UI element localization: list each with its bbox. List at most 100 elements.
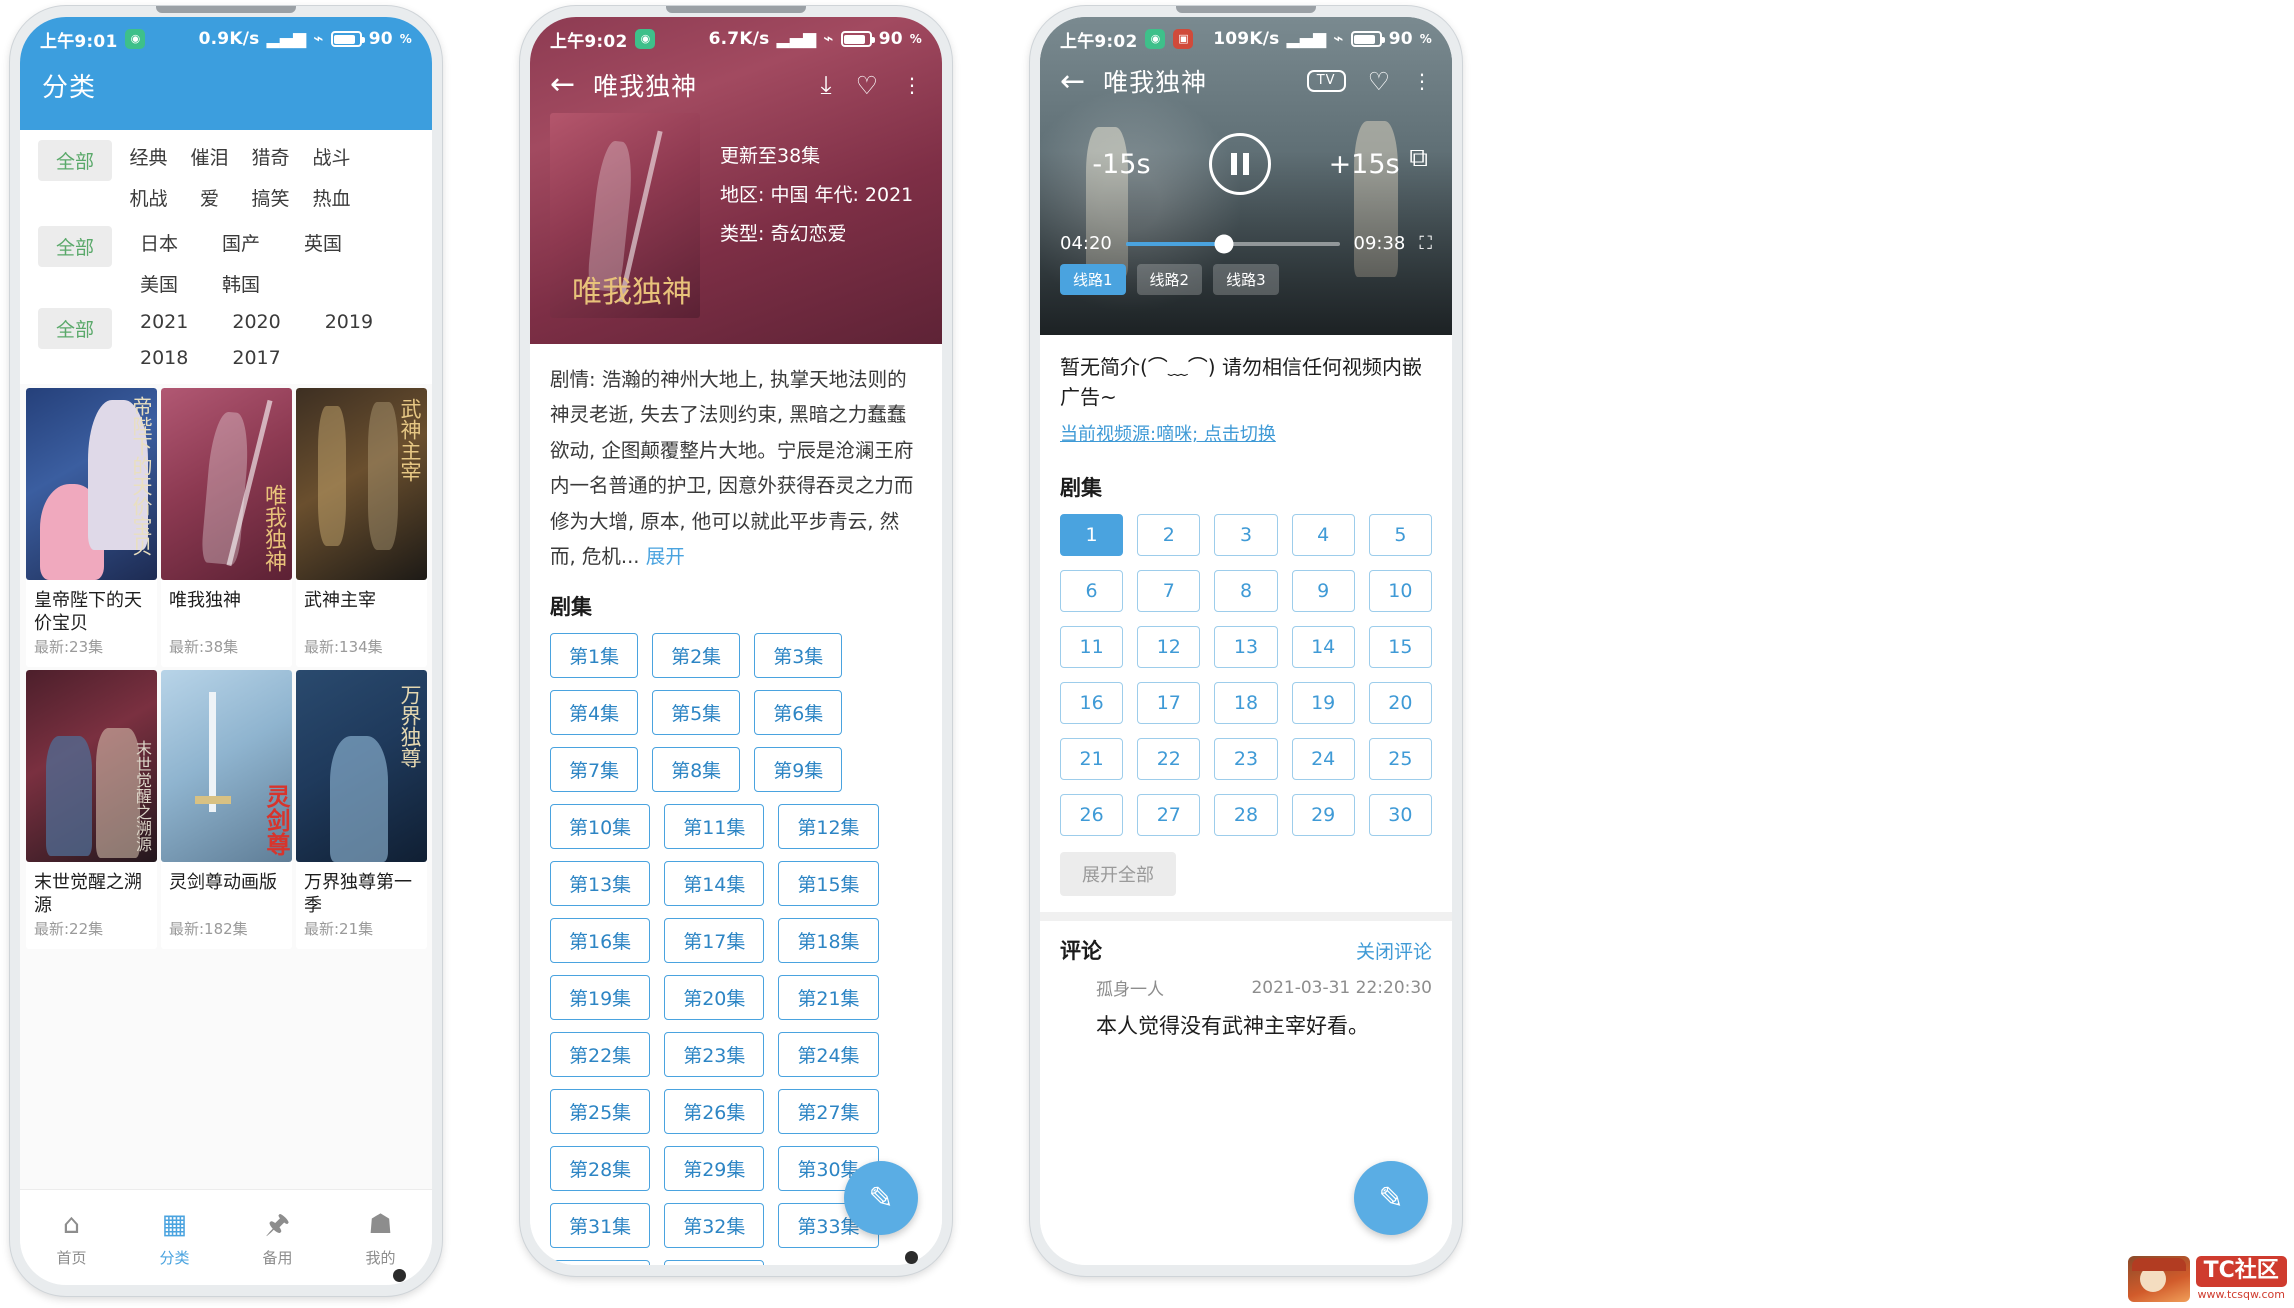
episode-number-button[interactable]: 5 [1368,514,1432,556]
filter-item[interactable]: 韩国 [200,263,282,304]
episode-number-button[interactable]: 20 [1368,682,1432,724]
episode-number-button[interactable]: 24 [1291,738,1355,780]
filter-all-genre[interactable]: 全部 [38,140,112,181]
episode-button[interactable]: 第31集 [550,1202,651,1248]
episode-button[interactable]: 第3集 [754,632,843,678]
filter-item[interactable]: 经典 [118,136,179,177]
episode-number-button[interactable]: 10 [1368,570,1432,612]
episode-button[interactable]: 第11集 [664,803,765,849]
anime-card[interactable]: 帝陛下的天价宝贝 皇帝陛下的天价宝贝 最新:23集 [26,388,157,667]
heart-icon[interactable]: ♡ [856,71,878,100]
expand-synopsis-link[interactable]: 展开 [646,545,685,568]
nav-item-home[interactable]: ⌂ 首页 [20,1208,123,1268]
episode-button[interactable]: 第7集 [550,746,639,792]
comment-fab-button[interactable]: ✎ [844,1161,918,1235]
pause-button[interactable] [1208,133,1271,195]
episode-button[interactable]: 第4集 [550,689,639,735]
episode-button[interactable]: 第22集 [550,1031,651,1077]
episode-number-button[interactable]: 13 [1214,626,1278,668]
episode-button[interactable]: 第8集 [652,746,741,792]
picture-in-picture-icon[interactable]: ⧉ [1409,143,1428,174]
anime-card[interactable]: 末世觉醒之溯源 末世觉醒之溯源 最新:22集 [26,670,157,949]
back-arrow-icon[interactable]: ← [550,70,575,100]
episode-button[interactable]: 第18集 [778,917,879,963]
source-line-1[interactable]: 线路1 [1060,264,1126,295]
episode-button[interactable]: 第2集 [652,632,741,678]
episode-number-button[interactable]: 19 [1291,682,1355,724]
comment-fab-button[interactable]: ✎ [1354,1161,1428,1235]
nav-item-mine[interactable]: ☗ 我的 [329,1208,432,1268]
episode-number-button[interactable]: 14 [1291,626,1355,668]
seek-bar[interactable] [1125,234,1340,253]
source-line-2[interactable]: 线路2 [1136,264,1203,295]
episode-number-button[interactable]: 6 [1060,570,1124,612]
filter-item[interactable]: 催泪 [179,136,240,177]
episode-number-button[interactable]: 8 [1214,570,1278,612]
episode-button[interactable]: 第32集 [664,1202,765,1248]
anime-card[interactable]: 武神主宰 武神主宰 最新:134集 [296,388,427,667]
episode-button[interactable]: 第14集 [664,860,765,906]
forward-15-button[interactable]: +15s [1329,149,1400,180]
more-vertical-icon[interactable]: ⋮ [902,73,922,97]
anime-card[interactable]: 唯我独神 唯我独神 最新:38集 [161,388,292,667]
episode-button[interactable]: 第5集 [652,689,741,735]
episode-number-button[interactable]: 30 [1368,794,1432,836]
episode-number-button[interactable]: 22 [1137,738,1201,780]
episode-number-button[interactable]: 7 [1137,570,1201,612]
episode-button[interactable]: 第29集 [664,1145,765,1191]
download-icon[interactable]: ⤓ [821,70,832,100]
anime-card[interactable]: 万界独尊 万界独尊第一季 最新:21集 [296,670,427,949]
episode-number-button[interactable]: 23 [1214,738,1278,780]
tv-cast-icon[interactable]: TV [1306,69,1346,93]
episode-button[interactable]: 第10集 [550,803,651,849]
episode-number-button[interactable]: 26 [1060,794,1124,836]
close-comments-link[interactable]: 关闭评论 [1356,937,1432,964]
episode-button[interactable]: 第16集 [550,917,651,963]
episode-button[interactable]: 第20集 [664,974,765,1020]
episode-button[interactable]: 第25集 [550,1088,651,1134]
video-player[interactable]: 上午9:02 ◉ ▣ 109K/s ▂▄▆ ⌁ 90 % ← 唯我独神 TV ♡… [1040,17,1452,335]
episode-button[interactable]: 第12集 [778,803,879,849]
seek-handle[interactable] [1214,234,1234,253]
episode-number-button[interactable]: 11 [1060,626,1124,668]
episode-number-button[interactable]: 3 [1214,514,1278,556]
filter-all-year[interactable]: 全部 [38,308,112,349]
expand-all-button[interactable]: 展开全部 [1060,852,1176,896]
filter-item[interactable]: 战斗 [301,136,362,177]
episode-number-button[interactable]: 17 [1137,682,1201,724]
filter-item[interactable]: 国产 [200,222,282,263]
back-arrow-icon[interactable]: ← [1060,64,1085,99]
episode-number-button[interactable]: 25 [1368,738,1432,780]
episode-number-button[interactable]: 1 [1060,514,1124,556]
episode-button[interactable]: 第34集 [550,1259,651,1265]
episode-button[interactable]: 第21集 [778,974,879,1020]
episode-number-button[interactable]: 29 [1291,794,1355,836]
episode-number-button[interactable]: 12 [1137,626,1201,668]
episode-button[interactable]: 第23集 [664,1031,765,1077]
filter-item[interactable]: 英国 [282,222,364,263]
source-line-3[interactable]: 线路3 [1213,264,1279,295]
episode-button[interactable]: 第26集 [664,1088,765,1134]
filter-item[interactable]: 美国 [118,263,200,304]
anime-card[interactable]: 灵剑尊 灵剑尊动画版 最新:182集 [161,670,292,949]
episode-button[interactable]: 第17集 [664,917,765,963]
episode-number-button[interactable]: 21 [1060,738,1124,780]
nav-item-category[interactable]: ▦ 分类 [123,1208,226,1268]
filter-item[interactable]: 机战 [118,177,179,218]
episode-button[interactable]: 第27集 [778,1088,879,1134]
episode-number-button[interactable]: 18 [1214,682,1278,724]
episode-button[interactable]: 第15集 [778,860,879,906]
rewind-15-button[interactable]: -15s [1092,149,1150,180]
episode-button[interactable]: 第28集 [550,1145,651,1191]
episode-button[interactable]: 第13集 [550,860,651,906]
filter-item[interactable]: 猎奇 [240,136,301,177]
filter-item[interactable]: 热血 [301,177,362,218]
episode-number-button[interactable]: 27 [1137,794,1201,836]
episode-number-button[interactable]: 2 [1137,514,1201,556]
filter-item[interactable]: 2021 [118,304,210,340]
episode-button[interactable]: 第35集 [664,1259,765,1265]
episode-number-button[interactable]: 4 [1291,514,1355,556]
filter-item[interactable]: 日本 [118,222,200,263]
filter-item[interactable]: 2020 [210,304,302,340]
more-vertical-icon[interactable]: ⋮ [1412,69,1432,93]
